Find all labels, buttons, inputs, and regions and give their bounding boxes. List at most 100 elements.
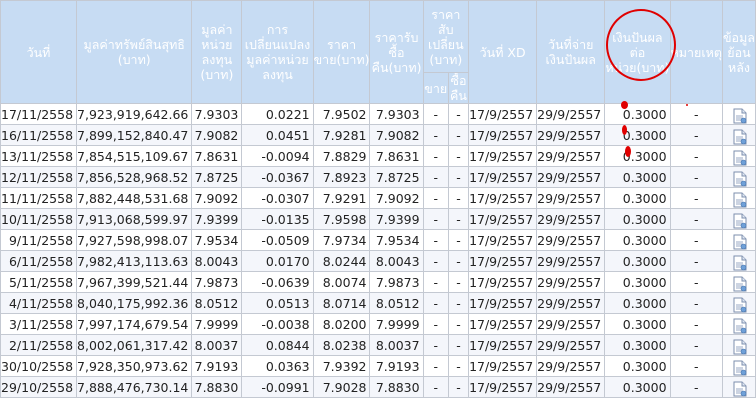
col-header-switch-sell: ขาย — [422, 72, 449, 104]
row-dividend: 0.3000 — [604, 124, 671, 146]
row-pay-date: 29/9/2557 — [536, 145, 606, 167]
row-dividend: 0.3000 — [604, 166, 671, 188]
table-row: 5/11/2558 7,967,399,521.44 7.9873 -0.0639 8.… — [0, 271, 756, 293]
row-nav-unit: 7.8725 — [191, 166, 243, 188]
row-pay-date: 29/9/2557 — [536, 166, 606, 188]
document-icon[interactable] — [733, 318, 747, 334]
document-icon[interactable] — [733, 255, 747, 271]
table-row: 11/11/2558 7,882,448,531.68 7.9092 -0.0307 7… — [0, 187, 756, 209]
row-history[interactable] — [721, 292, 756, 314]
row-switch-sell: - — [422, 313, 449, 335]
row-nav: 7,928,350,973.62 — [76, 355, 193, 377]
row-switch-buy: - — [447, 124, 470, 146]
row-switch-buy: - — [447, 208, 470, 230]
row-buyback-price: 7.9873 — [369, 271, 424, 293]
row-date: 9/11/2558 — [0, 229, 78, 251]
row-buyback-price: 7.8830 — [369, 376, 424, 398]
row-pay-date: 29/9/2557 — [536, 124, 606, 146]
row-history[interactable] — [721, 334, 756, 356]
table-row: 17/11/2558 7,923,919,642.66 7.9303 0.0221 7.… — [0, 103, 756, 125]
row-pay-date: 29/9/2557 — [536, 229, 606, 251]
document-icon[interactable] — [733, 129, 747, 145]
row-buyback-price: 8.0512 — [369, 292, 424, 314]
row-history[interactable] — [721, 208, 756, 230]
row-buyback-price: 7.8725 — [369, 166, 424, 188]
row-change: 0.0513 — [241, 292, 314, 314]
row-history[interactable] — [721, 271, 756, 293]
row-dividend: 0.3000 — [604, 250, 671, 272]
row-history[interactable] — [721, 313, 756, 335]
document-icon[interactable] — [733, 234, 747, 250]
row-nav-unit: 7.9092 — [191, 187, 243, 209]
row-remark: - — [669, 166, 723, 188]
row-remark: - — [669, 208, 723, 230]
row-date: 11/11/2558 — [0, 187, 78, 209]
document-icon[interactable] — [733, 276, 747, 292]
col-header-dividend: เงินปันผล ต่อ หน่วย(บาท) — [604, 0, 671, 104]
row-nav: 7,854,515,109.67 — [76, 145, 193, 167]
row-xd-date: 17/9/2557 — [468, 292, 538, 314]
document-icon[interactable] — [733, 381, 747, 397]
nav-history-table-view: วันที่ มูลค่าทรัพย์สินสุทธิ (บาท) มูลค่า… — [0, 0, 756, 412]
col-header-pay-date: วันที่จ่าย เงินปันผล — [536, 0, 606, 104]
row-switch-buy: - — [447, 229, 470, 251]
row-pay-date: 29/9/2557 — [536, 292, 606, 314]
row-history[interactable] — [721, 145, 756, 167]
row-switch-sell: - — [422, 187, 449, 209]
row-switch-sell: - — [422, 166, 449, 188]
row-switch-sell: - — [422, 376, 449, 398]
document-icon[interactable] — [733, 171, 747, 187]
row-nav-unit: 7.9399 — [191, 208, 243, 230]
row-remark: - — [669, 334, 723, 356]
row-xd-date: 17/9/2557 — [468, 166, 538, 188]
row-history[interactable] — [721, 187, 756, 209]
col-header-buyback-price: ราคารับ ซื้อ คืน(บาท) — [369, 0, 424, 104]
document-icon[interactable] — [733, 192, 747, 208]
row-remark: - — [669, 145, 723, 167]
row-sell-price: 8.0714 — [312, 292, 371, 314]
document-icon[interactable] — [733, 213, 747, 229]
row-date: 4/11/2558 — [0, 292, 78, 314]
table-body: 17/11/2558 7,923,919,642.66 7.9303 0.0221 7.… — [0, 103, 756, 398]
row-switch-buy: - — [447, 334, 470, 356]
row-buyback-price: 7.9193 — [369, 355, 424, 377]
row-change: 0.0363 — [241, 355, 314, 377]
row-switch-buy: - — [447, 250, 470, 272]
document-icon[interactable] — [733, 297, 747, 313]
row-pay-date: 29/9/2557 — [536, 376, 606, 398]
row-nav: 8,040,175,992.36 — [76, 292, 193, 314]
row-history[interactable] — [721, 229, 756, 251]
row-date: 13/11/2558 — [0, 145, 78, 167]
row-date: 30/10/2558 — [0, 355, 78, 377]
row-switch-buy: - — [447, 355, 470, 377]
document-icon[interactable] — [733, 339, 747, 355]
annotation-mark — [686, 104, 688, 106]
row-xd-date: 17/9/2557 — [468, 145, 538, 167]
row-change: 0.0451 — [241, 124, 314, 146]
row-sell-price: 7.9392 — [312, 355, 371, 377]
row-switch-sell: - — [422, 355, 449, 377]
row-history[interactable] — [721, 124, 756, 146]
row-sell-price: 8.0074 — [312, 271, 371, 293]
row-remark: - — [669, 313, 723, 335]
row-change: 0.0170 — [241, 250, 314, 272]
document-icon[interactable] — [733, 150, 747, 166]
row-history[interactable] — [721, 355, 756, 377]
row-switch-buy: - — [447, 271, 470, 293]
annotation-mark — [622, 125, 627, 135]
row-xd-date: 17/9/2557 — [468, 229, 538, 251]
row-sell-price: 7.9291 — [312, 187, 371, 209]
row-buyback-price: 7.9092 — [369, 187, 424, 209]
document-icon[interactable] — [733, 108, 747, 124]
row-remark: - — [669, 376, 723, 398]
row-pay-date: 29/9/2557 — [536, 271, 606, 293]
row-history[interactable] — [721, 103, 756, 125]
row-sell-price: 8.0244 — [312, 250, 371, 272]
row-change: -0.0307 — [241, 187, 314, 209]
row-history[interactable] — [721, 250, 756, 272]
document-icon[interactable] — [733, 360, 747, 376]
row-sell-price: 8.0238 — [312, 334, 371, 356]
row-history[interactable] — [721, 376, 756, 398]
row-nav-unit: 7.8631 — [191, 145, 243, 167]
row-history[interactable] — [721, 166, 756, 188]
